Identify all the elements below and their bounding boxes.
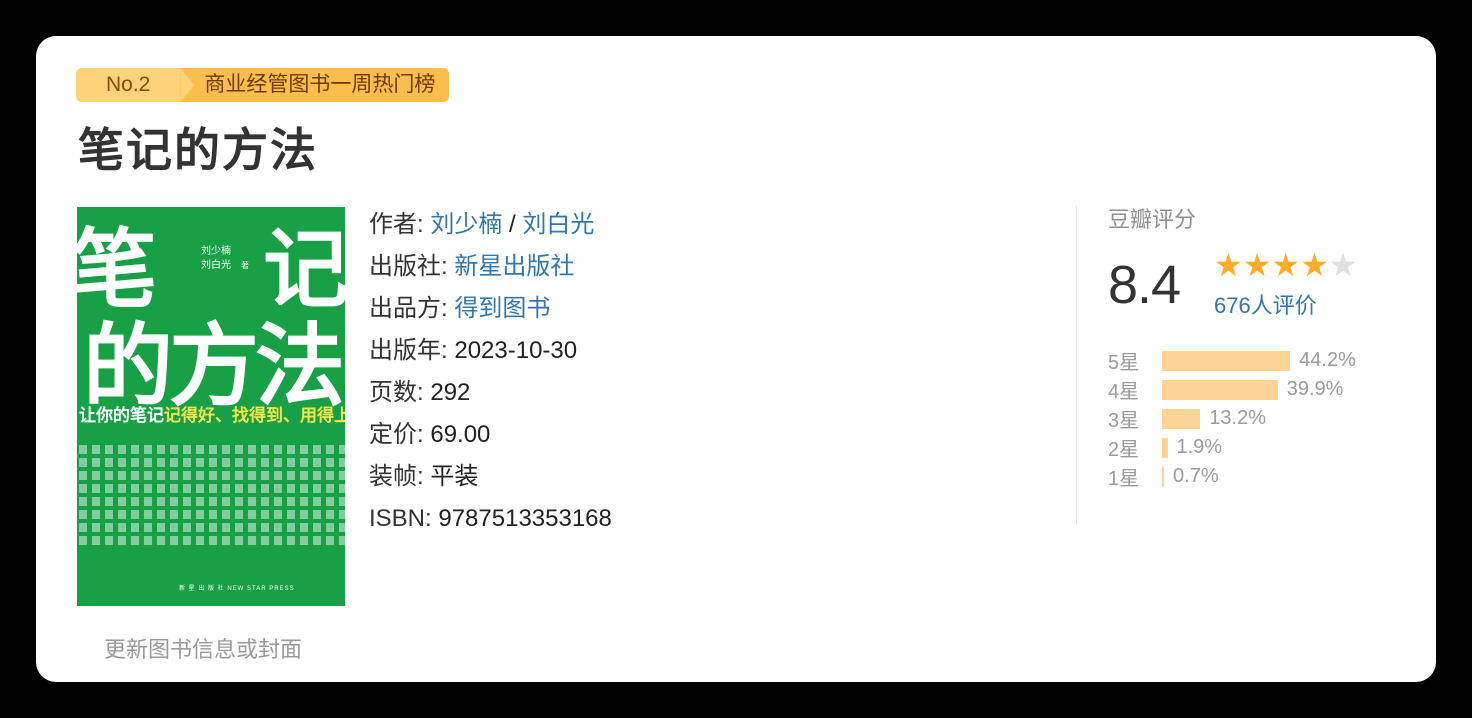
publisher-link[interactable]: 新星出版社 [454,253,574,280]
star-empty-icon: ★ [1328,247,1358,283]
book-card: No.2 商业经管图书一周热门榜 笔记的方法 笔 记 刘少楠 刘白光 著 的方法… [36,36,1436,682]
rating-bar-percent: 1.9% [1176,436,1223,458]
rating-distribution: 5星 44.2% 4星 39.9% 3星 13.2% 2星 1.9% 1星 0.7% [1108,346,1356,491]
rating-bar-label: 3星 [1108,410,1140,432]
rating-bar-row: 3星 13.2% [1108,404,1356,433]
producer-link[interactable]: 得到图书 [454,295,550,322]
star-filled-icon: ★ [1300,247,1329,283]
cover-subtitle: 让你的笔记记得好、找得到、用得上 [79,406,345,425]
author-link[interactable]: 刘白光 [522,211,594,238]
rating-bar-row: 5星 44.2% [1108,346,1356,375]
info-pages: 页数: 292 [369,379,471,406]
book-title: 笔记的方法 [78,124,318,176]
rating-bar [1162,437,1168,458]
rating-bar-row: 2星 1.9% [1108,433,1356,462]
rating-bar-label: 2星 [1108,439,1140,461]
rating-bar-row: 4星 39.9% [1108,375,1356,404]
rating-bar-label: 5星 [1108,352,1140,374]
rating-stars: ★ ★ ★ ★ ★ [1214,248,1357,282]
info-author: 作者: 刘少楠 / 刘白光 [369,211,595,238]
book-cover[interactable]: 笔 记 刘少楠 刘白光 著 的方法 让你的笔记记得好、找得到、用得上 新 星 出… [77,207,345,606]
rating-bar-percent: 13.2% [1209,407,1266,429]
info-binding: 装帧: 平装 [369,463,479,490]
rating-bar-label: 4星 [1108,381,1140,403]
info-price: 定价: 69.00 [369,421,491,448]
cover-pattern [77,445,345,549]
rating-bar-label: 1星 [1108,468,1140,490]
author-link[interactable]: 刘少楠 [430,211,502,238]
rating-panel: 豆瓣评分 8.4 ★ ★ ★ ★ ★ 676人评价 5星 44.2% 4星 39.9% 3星 13… [1108,202,1408,490]
ranking-list-name: 商业经管图书一周热门榜 [180,68,450,102]
rating-bar-percent: 39.9% [1286,378,1344,400]
rating-bar-row: 1星 0.7% [1108,462,1356,491]
rating-bar-percent: 0.7% [1173,465,1219,487]
book-info: 作者: 刘少楠 / 刘白光 出版社: 新星出版社 出品方: 得到图书 出版年: … [369,204,612,540]
rank-number: No.2 [76,68,181,102]
rating-title: 豆瓣评分 [1108,207,1197,232]
star-filled-icon: ★ [1271,247,1301,283]
divider [1076,206,1077,524]
info-isbn: ISBN: 9787513353168 [369,505,612,532]
info-publisher: 出版社: 新星出版社 [369,253,575,280]
update-info-link[interactable]: 更新图书信息或封面 [104,632,302,664]
cover-publisher: 新 星 出 版 社 NEW STAR PRESS [179,586,295,592]
star-filled-icon: ★ [1214,247,1243,283]
star-filled-icon: ★ [1242,247,1272,283]
rating-bar [1162,466,1165,487]
rating-bar [1162,408,1201,429]
ranking-badge[interactable]: No.2 商业经管图书一周热门榜 [76,68,450,102]
rating-bar [1162,350,1291,371]
cover-authors: 刘少楠 刘白光 著 [201,246,249,271]
rating-bar [1162,379,1278,400]
rating-score: 8.4 [1108,255,1181,315]
rating-bar-percent: 44.2% [1299,349,1356,371]
info-producer: 出品方: 得到图书 [369,295,551,322]
info-year: 出版年: 2023-10-30 [369,337,578,364]
rating-count-link[interactable]: 676人评价 [1214,288,1317,320]
